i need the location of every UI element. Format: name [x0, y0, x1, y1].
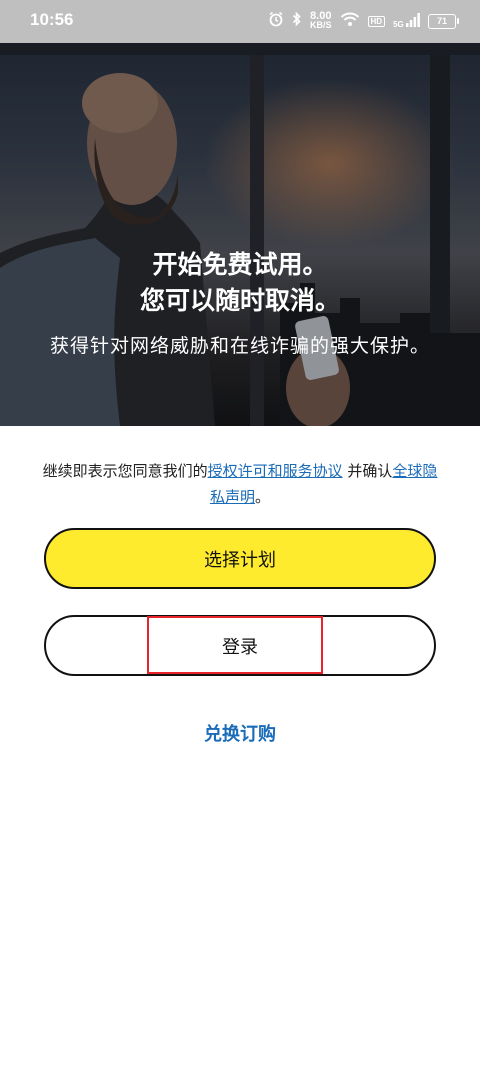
hero-title-line2: 您可以随时取消。	[139, 286, 340, 315]
status-time: 10:56	[30, 10, 74, 29]
hero-overlay	[0, 43, 480, 426]
choose-plan-button[interactable]: 选择计划	[44, 528, 436, 589]
license-agreement-link[interactable]: 授权许可和服务协议	[208, 462, 343, 480]
status-icons: 8.00 KB/S HD 5G 71	[268, 9, 459, 33]
net-speed: 8.00 KB/S	[310, 10, 332, 30]
wifi-icon	[340, 11, 360, 31]
bluetooth-icon	[292, 11, 302, 31]
hd-badge: HD	[367, 15, 386, 27]
hero-banner: 开始免费试用。 您可以随时取消。 获得针对网络威胁和在线诈骗的强大保护。	[0, 43, 480, 426]
login-button[interactable]: 登录	[44, 615, 436, 676]
redeem-subscription-link[interactable]: 兑换订购	[0, 720, 480, 746]
alarm-icon	[268, 11, 284, 31]
hero-subtitle: 获得针对网络威胁和在线诈骗的强大保护。	[49, 335, 430, 357]
consent-text: 继续即表示您同意我们的授权许可和服务协议 并确认全球隐私声明。	[42, 462, 438, 506]
choose-plan-label: 选择计划	[204, 549, 276, 571]
battery-indicator: 71	[428, 13, 459, 29]
signal-icon: 5G	[393, 13, 420, 29]
hero-title-line1: 开始免费试用。	[152, 250, 328, 279]
login-label: 登录	[222, 636, 258, 658]
status-bar: 10:56 8.00 KB/S HD 5G 71	[0, 0, 480, 43]
